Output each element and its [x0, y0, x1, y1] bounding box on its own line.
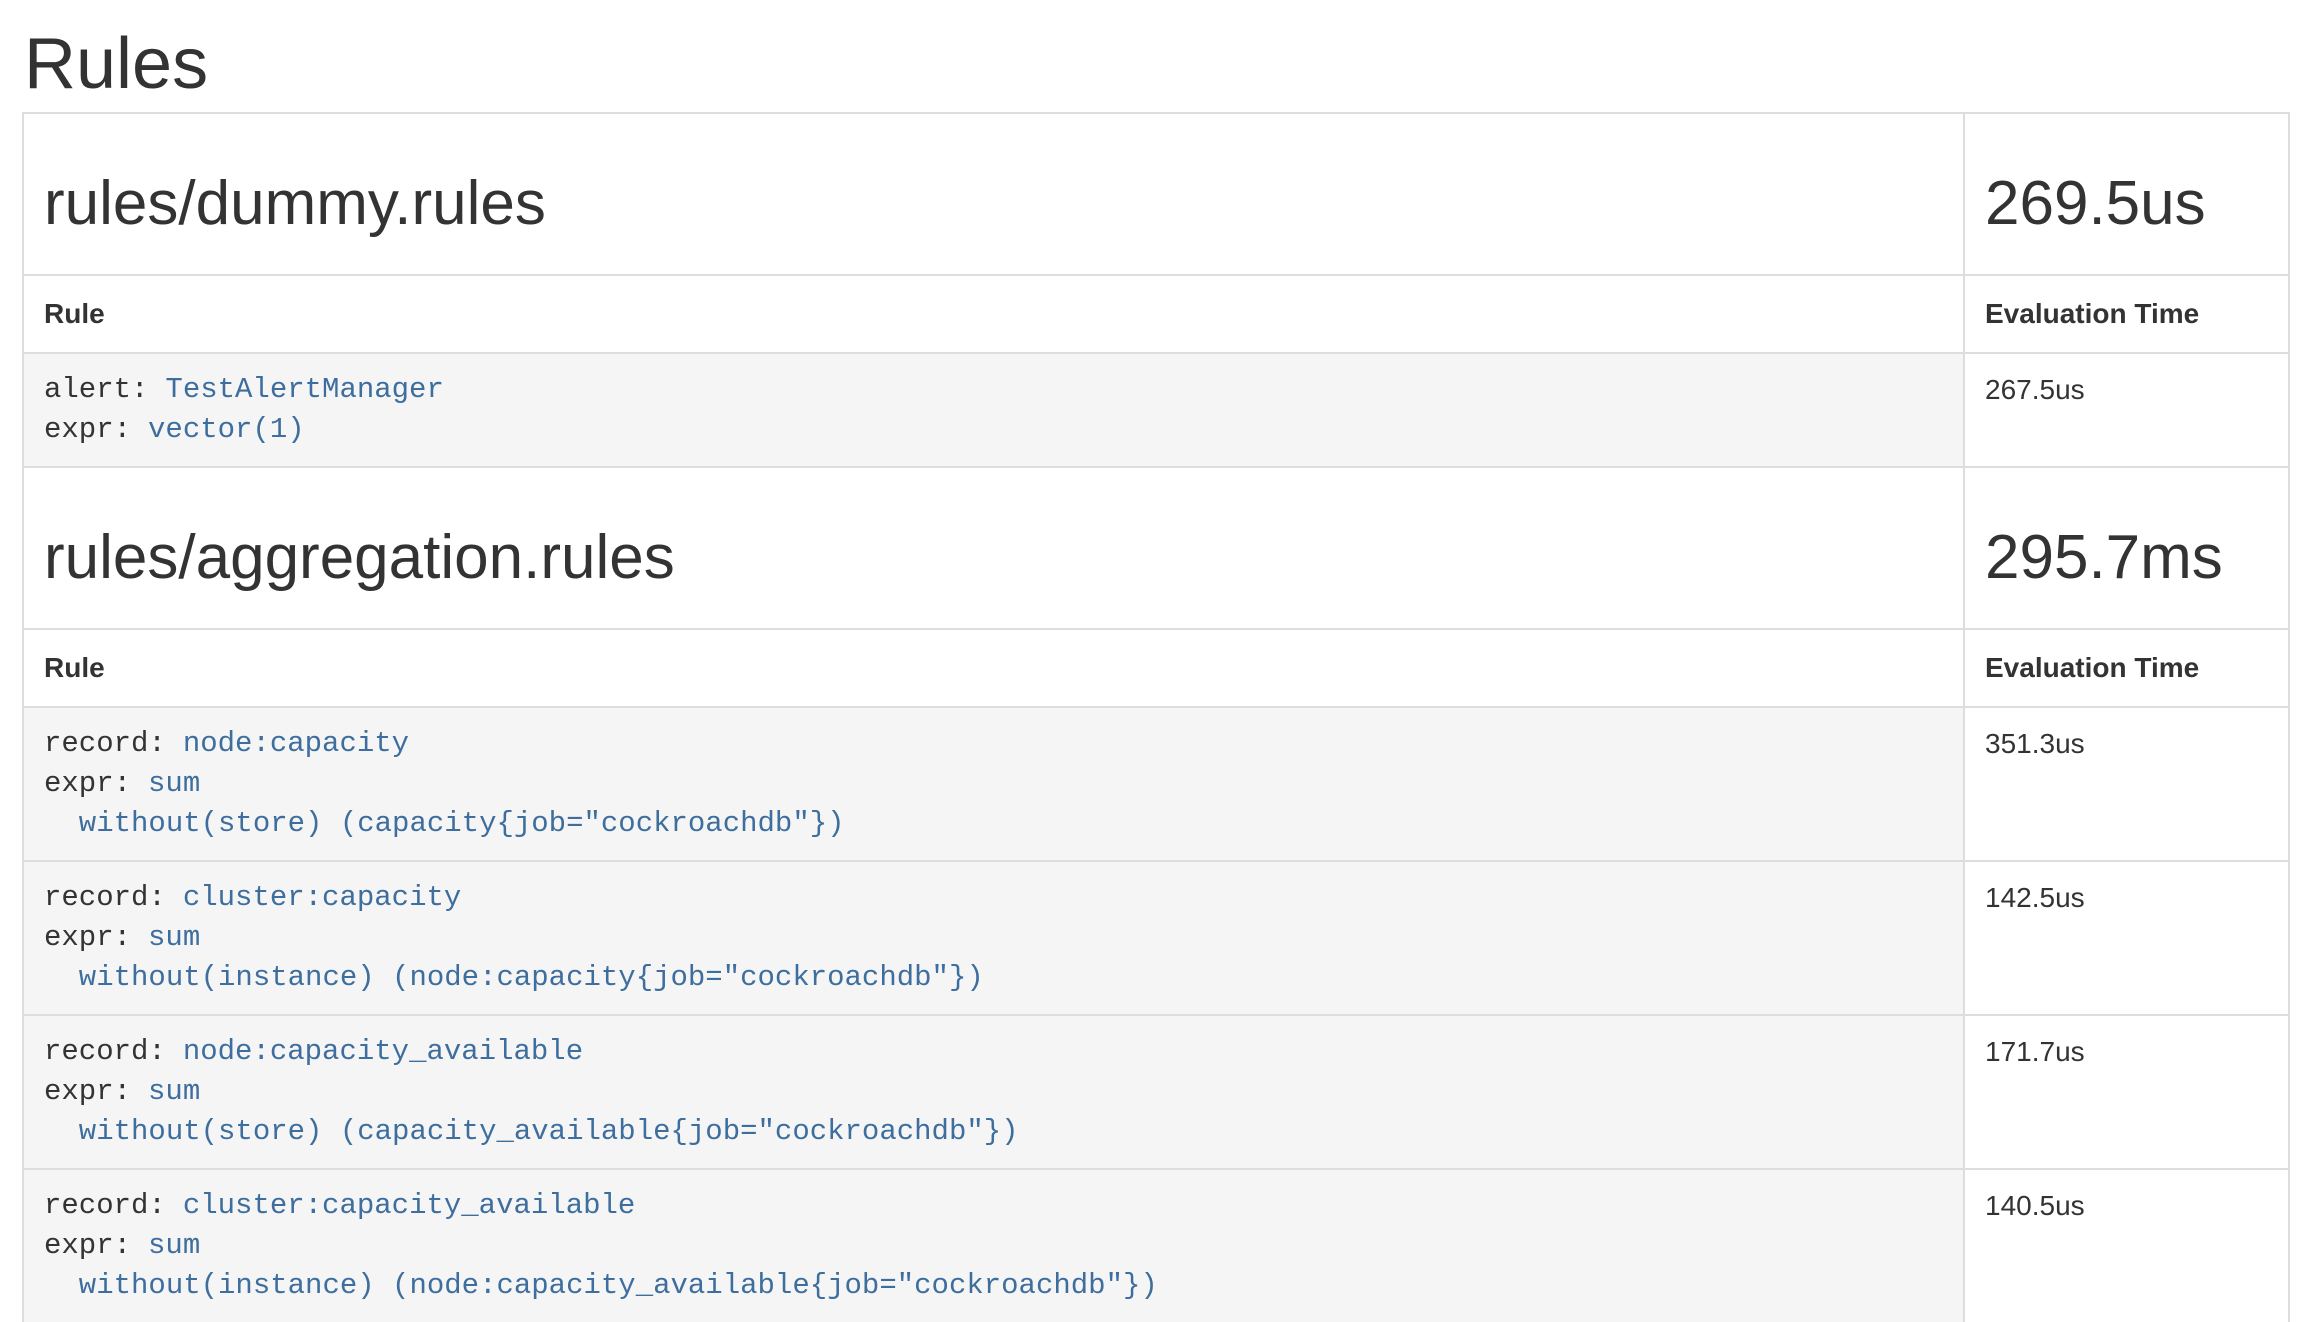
expr-keyword: expr: [44, 921, 131, 954]
group-header-row: rules/aggregation.rules 295.7ms [23, 467, 2289, 629]
rule-eval-time: 267.5us [1964, 353, 2289, 467]
rule-name-link[interactable]: cluster:capacity_available [183, 1189, 635, 1222]
column-header-row: Rule Evaluation Time [23, 275, 2289, 353]
rule-name-link[interactable]: node:capacity [183, 727, 409, 760]
group-name: rules/aggregation.rules [44, 524, 1943, 592]
rule-eval-time: 142.5us [1964, 861, 2289, 1015]
group-eval-time-cell: 269.5us [1964, 113, 2289, 275]
rule-cell: record: node:capacity_available expr:sum … [23, 1015, 1964, 1169]
group-eval-time: 269.5us [1985, 170, 2268, 238]
page-title: Rules [24, 24, 2290, 104]
evaluation-time-column-header: Evaluation Time [1964, 629, 2289, 707]
rule-row: record: cluster:capacity_available expr:s… [23, 1169, 2289, 1322]
group-name: rules/dummy.rules [44, 170, 1943, 238]
rule-keyword: record: [44, 1189, 166, 1222]
rule-row: record: node:capacity_available expr:sum … [23, 1015, 2289, 1169]
rule-name-link[interactable]: node:capacity_available [183, 1035, 583, 1068]
rule-name-line: record: cluster:capacity [44, 878, 1943, 918]
rule-expr-line: expr:sum without(instance) (node:capacit… [44, 1226, 1943, 1306]
rule-eval-time: 171.7us [1964, 1015, 2289, 1169]
expr-keyword: expr: [44, 1075, 131, 1108]
rule-name-link[interactable]: cluster:capacity [183, 881, 461, 914]
rule-keyword: record: [44, 881, 166, 914]
expr-keyword: expr: [44, 413, 131, 446]
evaluation-time-column-header: Evaluation Time [1964, 275, 2289, 353]
rule-keyword: alert: [44, 373, 148, 406]
rule-name-line: record: node:capacity_available [44, 1032, 1943, 1072]
rule-expr-line: expr:sum without(store) (capacity_availa… [44, 1072, 1943, 1152]
rule-expr-link[interactable]: vector(1) [148, 413, 305, 446]
rule-cell: record: cluster:capacity expr:sum without… [23, 861, 1964, 1015]
rule-cell: alert: TestAlertManager expr: vector(1) [23, 353, 1964, 467]
rule-eval-time: 140.5us [1964, 1169, 2289, 1322]
rule-row: record: node:capacity expr:sum without(st… [23, 707, 2289, 861]
group-header-row: rules/dummy.rules 269.5us [23, 113, 2289, 275]
rule-column-header: Rule [23, 275, 1964, 353]
expr-keyword: expr: [44, 1229, 131, 1262]
rule-row: record: cluster:capacity expr:sum without… [23, 861, 2289, 1015]
rule-expr-line: expr: vector(1) [44, 410, 1943, 450]
rule-eval-time: 351.3us [1964, 707, 2289, 861]
rule-expr-line: expr:sum without(instance) (node:capacit… [44, 918, 1943, 998]
rule-keyword: record: [44, 1035, 166, 1068]
rule-column-header: Rule [23, 629, 1964, 707]
group-eval-time: 295.7ms [1985, 524, 2268, 592]
rule-row: alert: TestAlertManager expr: vector(1) 26… [23, 353, 2289, 467]
rule-expr-link[interactable]: sum without(instance) (node:capacity_ava… [44, 1229, 1158, 1302]
rule-expr-link[interactable]: sum without(store) (capacity_available{j… [44, 1075, 1019, 1148]
page-container: Rules rules/dummy.rules 269.5us Rule Eva… [22, 24, 2290, 1322]
rule-name-line: record: cluster:capacity_available [44, 1186, 1943, 1226]
group-name-cell: rules/dummy.rules [23, 113, 1964, 275]
rule-cell: record: cluster:capacity_available expr:s… [23, 1169, 1964, 1322]
group-name-cell: rules/aggregation.rules [23, 467, 1964, 629]
rule-expr-link[interactable]: sum without(instance) (node:capacity{job… [44, 921, 984, 994]
expr-keyword: expr: [44, 767, 131, 800]
rule-expr-line: expr:sum without(store) (capacity{job="c… [44, 764, 1943, 844]
column-header-row: Rule Evaluation Time [23, 629, 2289, 707]
group-eval-time-cell: 295.7ms [1964, 467, 2289, 629]
rules-table: rules/dummy.rules 269.5us Rule Evaluatio… [22, 112, 2290, 1322]
rule-expr-link[interactable]: sum without(store) (capacity{job="cockro… [44, 767, 845, 840]
rule-keyword: record: [44, 727, 166, 760]
rule-name-line: alert: TestAlertManager [44, 370, 1943, 410]
rule-name-link[interactable]: TestAlertManager [165, 373, 443, 406]
rule-cell: record: node:capacity expr:sum without(st… [23, 707, 1964, 861]
rule-name-line: record: node:capacity [44, 724, 1943, 764]
